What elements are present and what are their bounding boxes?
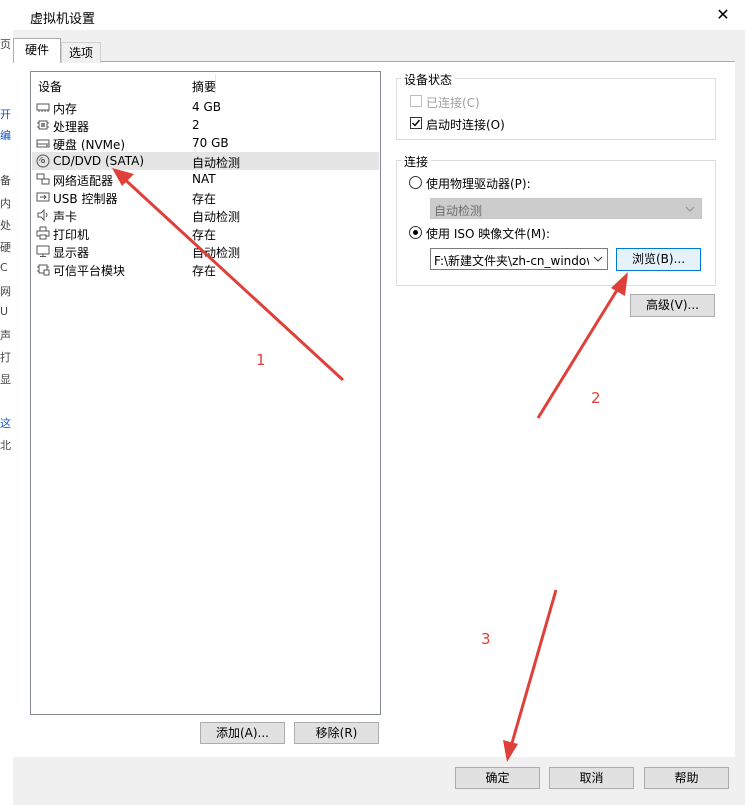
add-device-button[interactable]: 添加(A)...	[200, 722, 285, 744]
help-button[interactable]: 帮助	[644, 767, 729, 789]
background-glyph: 声	[0, 329, 11, 342]
background-glyph: 打	[0, 351, 11, 364]
background-glyph: 网	[0, 285, 11, 298]
background-glyph: 编	[0, 129, 11, 142]
physical-drive-label: 使用物理驱动器(P):	[426, 177, 531, 191]
device-name: CD/DVD (SATA)	[53, 154, 145, 168]
background-glyph: 处	[0, 219, 11, 232]
title-bar[interactable]: 虚拟机设置	[13, 0, 745, 30]
connect-at-power-on-checkbox[interactable]	[410, 117, 422, 129]
chevron-down-icon	[593, 256, 603, 262]
device-status-title: 设备状态	[401, 71, 456, 88]
printer-icon	[36, 226, 50, 240]
cancel-button[interactable]: 取消	[549, 767, 634, 789]
device-row-sound[interactable]: 声卡 自动检测	[32, 206, 379, 224]
tab-options[interactable]: 选项	[61, 42, 101, 63]
background-glyph: 内	[0, 197, 11, 210]
column-header-summary[interactable]: 摘要	[192, 78, 216, 95]
advanced-button[interactable]: 高级(V)...	[630, 294, 715, 317]
device-summary: 存在	[192, 192, 217, 206]
device-name: 处理器	[53, 120, 90, 134]
physical-drive-select[interactable]: 自动检测	[430, 198, 702, 219]
device-name: USB 控制器	[53, 192, 118, 206]
background-glyph: C	[0, 261, 8, 274]
close-button[interactable]: ✕	[712, 4, 734, 26]
background-glyph: 开	[0, 108, 11, 121]
device-row-usb[interactable]: USB 控制器 存在	[32, 188, 379, 206]
background-glyph: 页	[0, 38, 11, 51]
background-glyph: 备	[0, 174, 11, 187]
background-glyph: 这	[0, 417, 11, 430]
device-name: 可信平台模块	[53, 264, 126, 278]
iso-path-value: F:\新建文件夹\zh-cn_window	[434, 254, 589, 268]
annotation-label-2: 2	[591, 389, 601, 407]
display-icon	[36, 245, 50, 257]
connected-label: 已连接(C)	[426, 96, 480, 110]
device-summary: 70 GB	[192, 136, 229, 150]
physical-drive-select-value: 自动检测	[434, 204, 483, 218]
device-name: 内存	[53, 102, 78, 116]
window-title: 虚拟机设置	[30, 12, 96, 27]
usb-icon	[36, 192, 50, 202]
background-glyph: 硬	[0, 241, 11, 254]
browse-button[interactable]: 浏览(B)...	[616, 248, 701, 271]
iso-image-radio[interactable]	[409, 226, 422, 239]
device-row-harddisk[interactable]: 硬盘 (NVMe) 70 GB	[32, 134, 379, 152]
device-summary: 自动检测	[192, 210, 241, 224]
device-name: 声卡	[53, 210, 78, 224]
background-app-strip: 页 开 编 备 内 处 硬 C 网 U 声 打 显 这 北	[0, 0, 14, 805]
cd-dvd-icon	[36, 154, 50, 168]
device-summary: 存在	[192, 228, 217, 242]
device-summary: 存在	[192, 264, 217, 278]
chevron-down-icon	[685, 206, 695, 212]
device-summary: 自动检测	[192, 246, 241, 260]
device-name: 网络适配器	[53, 174, 114, 188]
iso-path-combobox[interactable]: F:\新建文件夹\zh-cn_window	[430, 248, 608, 270]
background-glyph: 北	[0, 439, 11, 452]
connection-title: 连接	[401, 153, 432, 170]
remove-device-button[interactable]: 移除(R)	[294, 722, 379, 744]
device-summary: 4 GB	[192, 100, 221, 114]
iso-image-label: 使用 ISO 映像文件(M):	[426, 227, 550, 241]
device-summary: 自动检测	[192, 156, 241, 170]
sound-icon	[37, 208, 48, 222]
device-row-network-adapter[interactable]: 网络适配器 NAT	[32, 170, 379, 188]
device-name: 硬盘 (NVMe)	[53, 138, 126, 152]
device-name: 显示器	[53, 246, 90, 260]
device-row-display[interactable]: 显示器 自动检测	[32, 242, 379, 260]
background-glyph: U	[0, 305, 9, 318]
harddisk-icon	[36, 139, 50, 148]
device-name: 打印机	[53, 228, 90, 242]
connect-at-power-on-label: 启动时连接(O)	[426, 118, 505, 132]
device-row-tpm[interactable]: 可信平台模块 存在	[32, 260, 379, 278]
device-summary: NAT	[192, 172, 216, 186]
device-row-processor[interactable]: 处理器 2	[32, 116, 379, 134]
network-adapter-icon	[36, 173, 50, 185]
ok-button[interactable]: 确定	[455, 767, 540, 789]
tpm-icon	[37, 264, 50, 276]
device-row-printer[interactable]: 打印机 存在	[32, 224, 379, 242]
background-glyph: 显	[0, 373, 11, 386]
device-row-memory[interactable]: 内存 4 GB	[32, 98, 379, 116]
checkmark-icon	[412, 119, 421, 127]
annotation-label-3: 3	[481, 630, 491, 648]
connected-checkbox[interactable]	[410, 95, 422, 107]
processor-icon	[37, 120, 49, 130]
device-summary: 2	[192, 118, 200, 132]
physical-drive-radio[interactable]	[409, 176, 422, 189]
device-list[interactable]: 设备 摘要 内存 4 GB 处理器 2 硬盘 (NVMe) 70 GB CD/D…	[30, 71, 381, 715]
device-row-cd-dvd[interactable]: CD/DVD (SATA) 自动检测	[32, 152, 379, 170]
memory-icon	[36, 103, 50, 112]
tab-hardware[interactable]: 硬件	[13, 38, 61, 63]
column-header-device[interactable]: 设备	[38, 78, 62, 95]
annotation-label-1: 1	[256, 351, 266, 369]
